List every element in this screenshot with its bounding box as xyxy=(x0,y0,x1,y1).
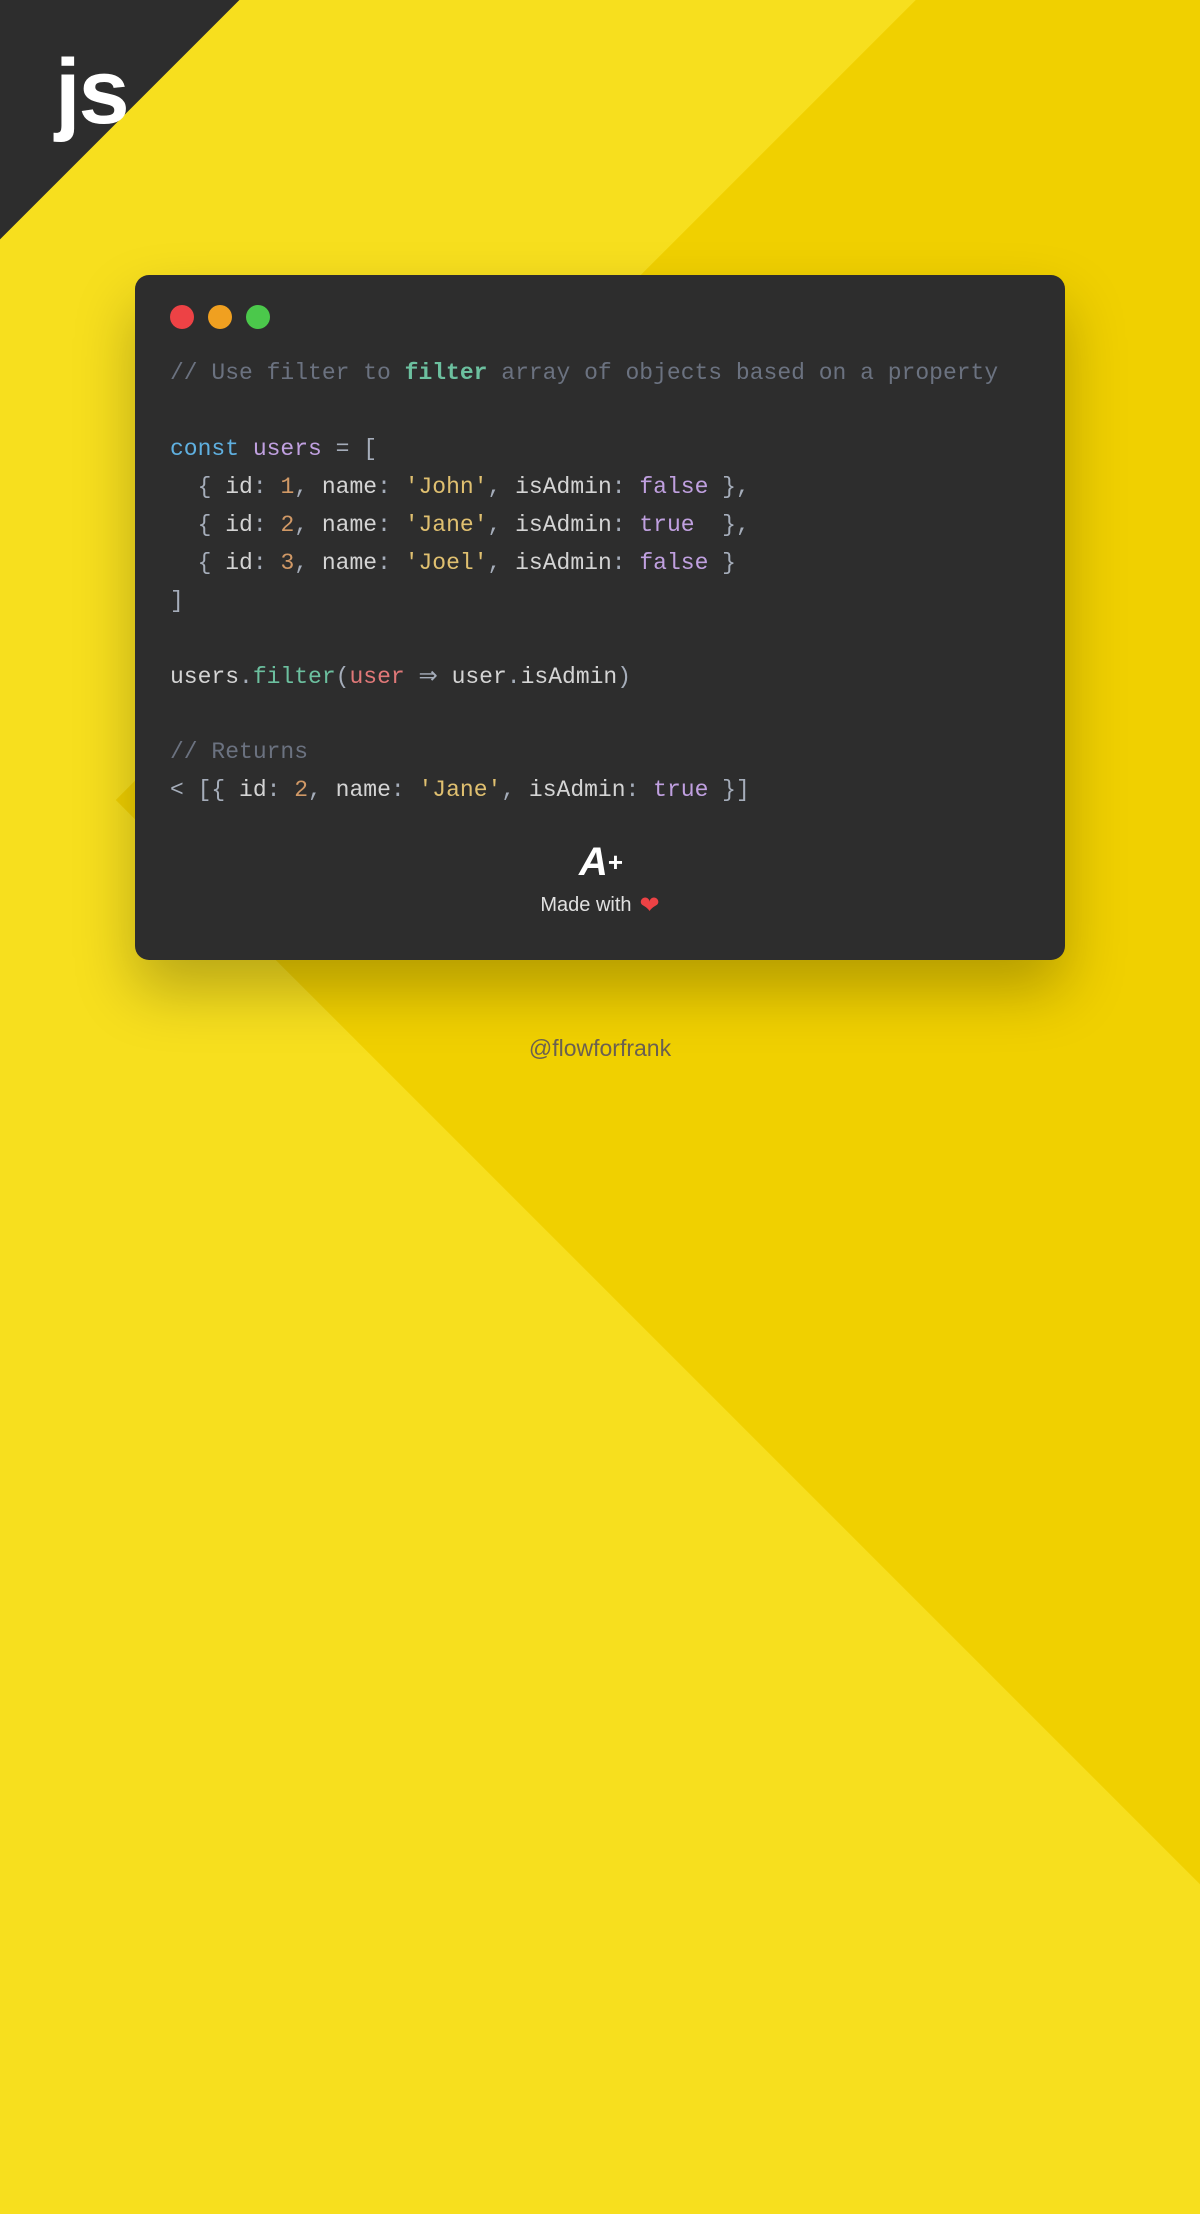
footer-branding: A+ Made with ❤ xyxy=(170,840,1030,920)
keyword-const: const xyxy=(170,436,239,462)
js-logo-text: js xyxy=(55,40,128,145)
variable-users: users xyxy=(253,436,322,462)
maximize-icon[interactable] xyxy=(246,305,270,329)
aplus-logo: A+ xyxy=(579,840,621,885)
made-with-text: Made with ❤ xyxy=(170,891,1030,920)
close-icon[interactable] xyxy=(170,305,194,329)
method-filter: filter xyxy=(253,664,336,690)
code-comment: // Use filter to filter array of objects… xyxy=(170,360,998,386)
social-handle: @flowforfrank xyxy=(0,1035,1200,1062)
minimize-icon[interactable] xyxy=(208,305,232,329)
window-controls xyxy=(170,305,1030,329)
code-comment-returns: // Returns xyxy=(170,739,308,765)
code-editor-window: // Use filter to filter array of objects… xyxy=(135,275,1065,960)
code-block: // Use filter to filter array of objects… xyxy=(170,355,1030,810)
heart-icon: ❤ xyxy=(640,891,660,920)
